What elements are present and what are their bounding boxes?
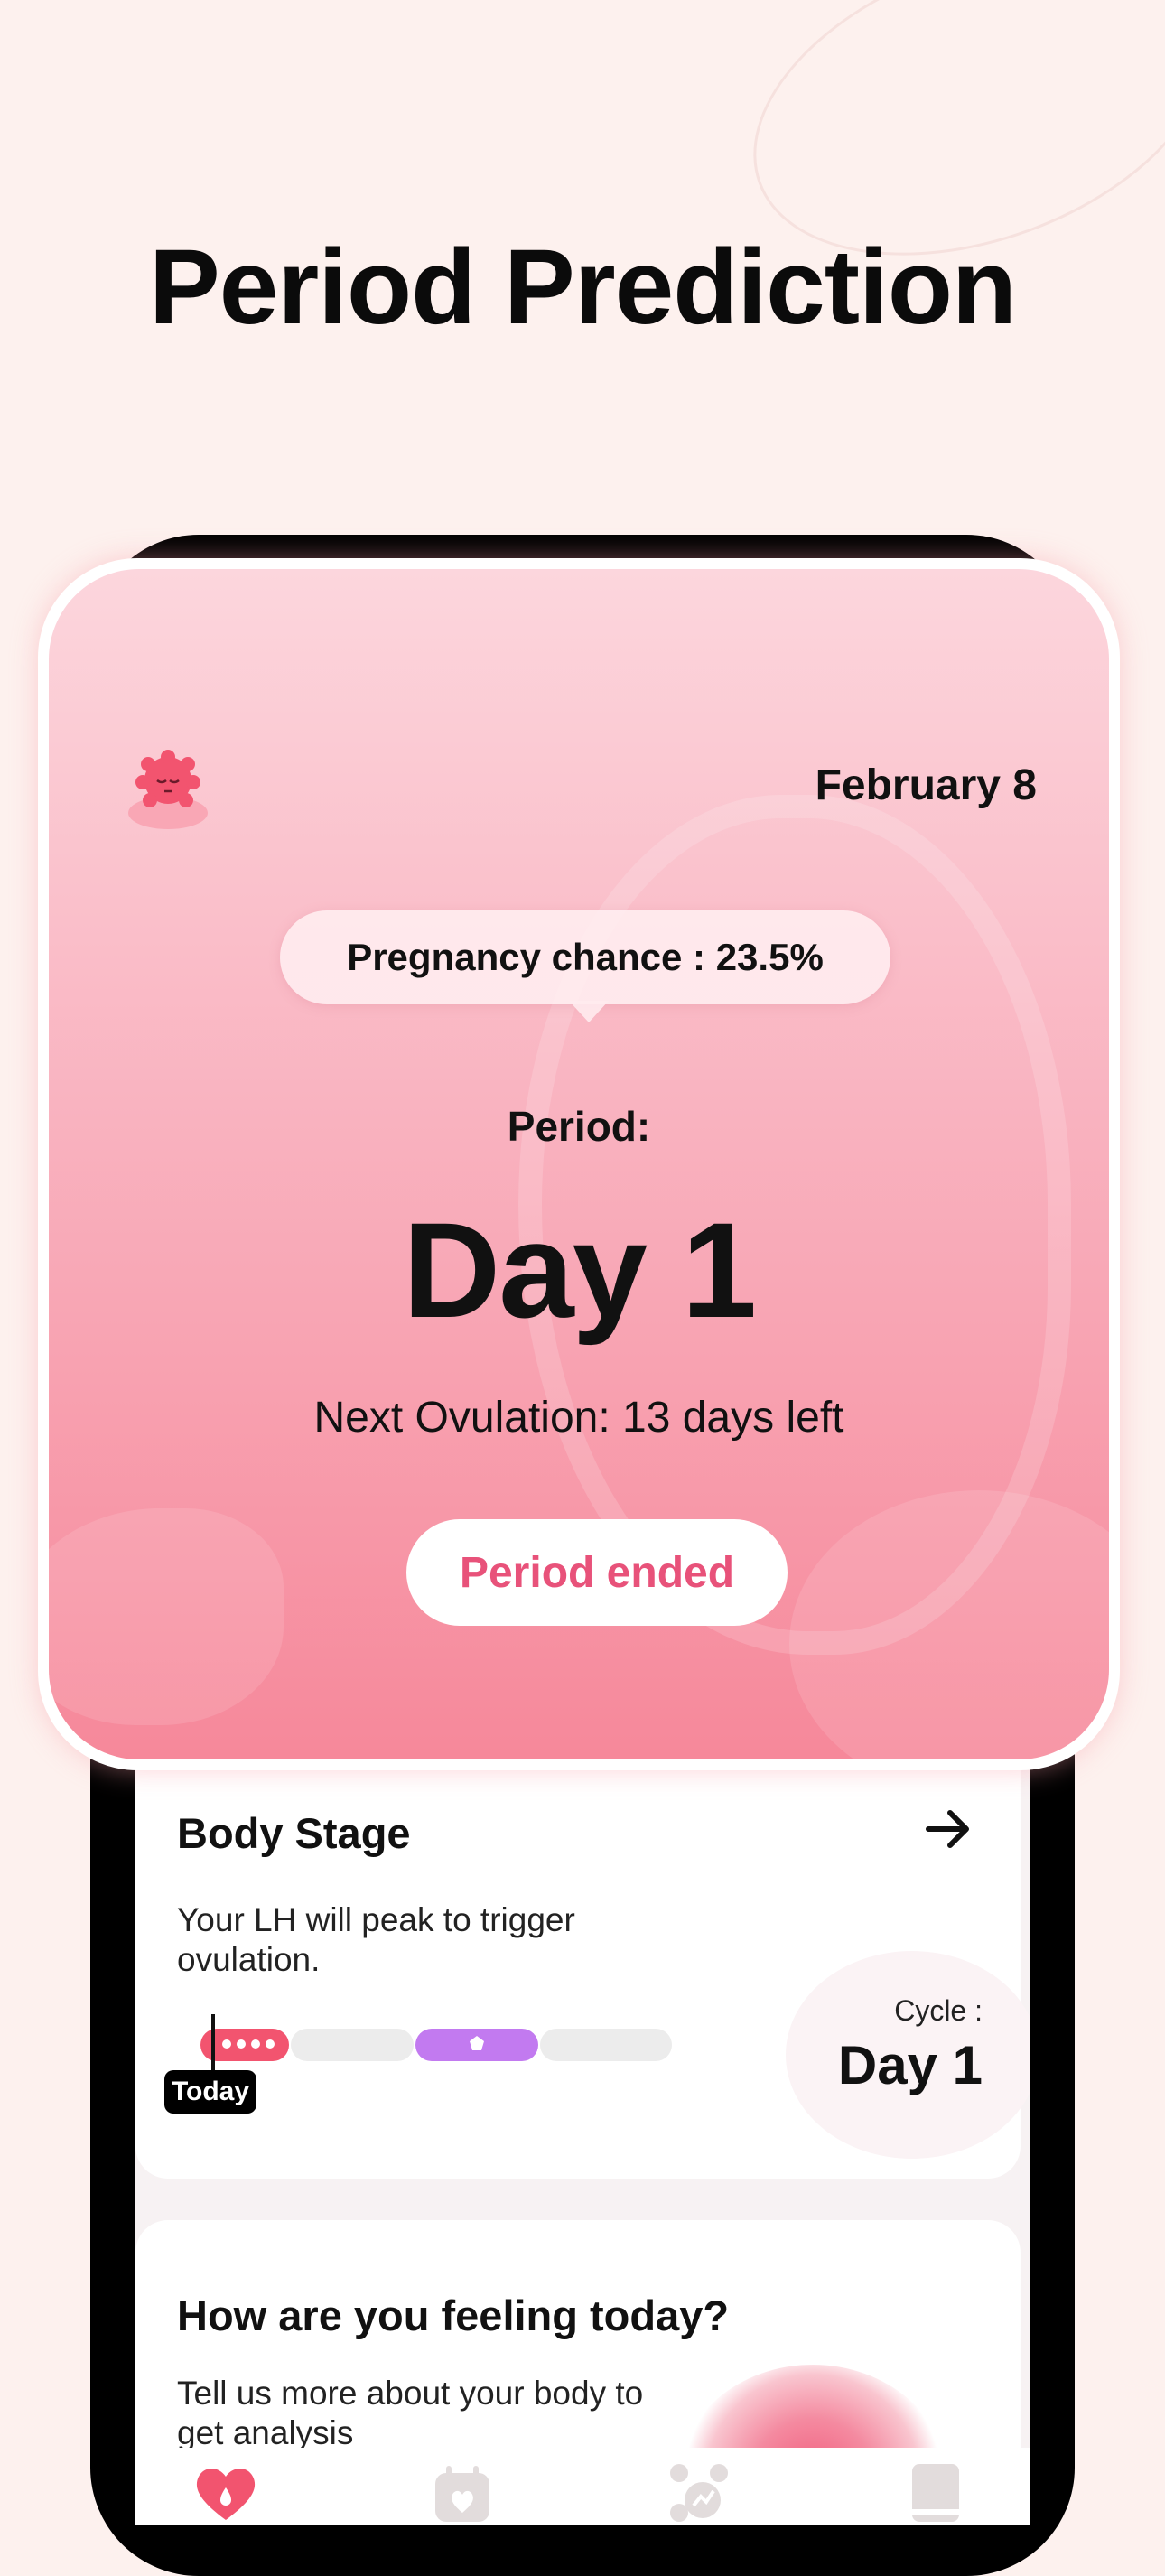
cycle-label: Cycle : xyxy=(894,1994,983,2027)
prediction-card-inner: February 8 Pregnancy chance : 23.5% Peri… xyxy=(49,569,1109,1759)
today-tag: Today xyxy=(164,2070,256,2114)
decorative-leaf xyxy=(49,1508,284,1725)
body-stage-description: Your LH will peak to trigger ovulation. xyxy=(177,1901,575,1978)
follicular-segment xyxy=(291,2029,414,2061)
period-day: Day 1 xyxy=(402,1194,757,1346)
period-ended-button[interactable]: Period ended xyxy=(406,1519,788,1626)
pregnancy-chance-bubble: Pregnancy chance : 23.5% xyxy=(280,910,890,1004)
next-ovulation-text: Next Ovulation: 13 days left xyxy=(313,1394,844,1442)
bubble-tail xyxy=(569,1001,609,1022)
current-date: February 8 xyxy=(815,761,1037,809)
body-stage-title: Body Stage xyxy=(177,1809,411,1857)
flower-icon xyxy=(470,2036,484,2050)
period-dots xyxy=(222,2039,275,2049)
tab-bar xyxy=(135,2448,1030,2525)
home-heart-icon[interactable] xyxy=(190,2460,262,2525)
body-stage-card[interactable]: Body Stage Your LH will peak to trigger … xyxy=(135,1716,1030,2179)
period-label: Period: xyxy=(507,1103,651,1150)
arrow-right-icon[interactable] xyxy=(921,1802,975,1856)
mascot-flower-icon[interactable] xyxy=(123,742,213,833)
feeling-description: Tell us more about your body to get anal… xyxy=(177,2375,644,2451)
page-headline: Period Prediction xyxy=(149,228,1017,347)
app-screen: Body Stage Your LH will peak to trigger … xyxy=(135,1716,1030,2525)
today-marker xyxy=(211,2014,215,2077)
book-icon[interactable] xyxy=(899,2460,972,2525)
feeling-title: How are you feeling today? xyxy=(177,2291,730,2339)
calendar-icon[interactable] xyxy=(426,2460,499,2525)
analysis-icon[interactable] xyxy=(663,2460,735,2525)
prediction-card: February 8 Pregnancy chance : 23.5% Peri… xyxy=(38,558,1120,1770)
cycle-day: Day 1 xyxy=(837,2035,983,2095)
ovulation-segment xyxy=(415,2029,538,2061)
luteal-segment xyxy=(540,2029,672,2061)
